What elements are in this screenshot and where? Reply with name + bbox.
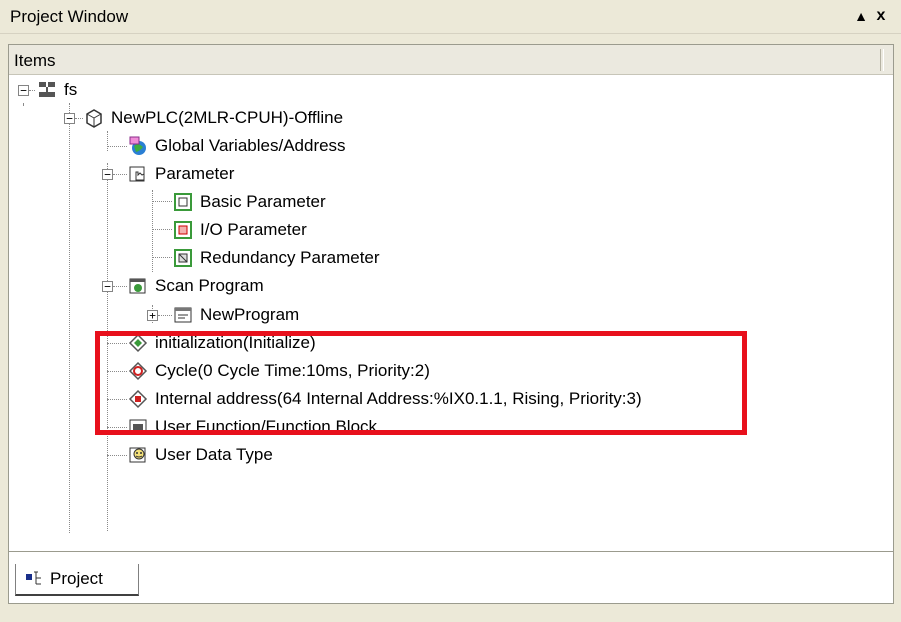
network-icon: [36, 79, 58, 101]
tree-item-global-variables[interactable]: Global Variables/Address: [127, 132, 346, 160]
tree-item-basic-parameter[interactable]: Basic Parameter: [172, 188, 326, 216]
basic-param-icon: [172, 191, 194, 213]
tree-item-label: Parameter: [155, 164, 235, 183]
tab-label: Project: [50, 569, 103, 588]
tree-item-label: Basic Parameter: [200, 192, 326, 211]
project-tree: − − − − + fs NewPLC(2MLR-CPUH)-Offline G…: [9, 75, 893, 551]
tree-item-parameter[interactable]: Parameter: [127, 160, 234, 188]
tree-item-plc[interactable]: NewPLC(2MLR-CPUH)-Offline: [83, 104, 343, 132]
tree-item-task-cycle[interactable]: Cycle(0 Cycle Time:10ms, Priority:2): [127, 357, 430, 385]
tree-item-redundancy-parameter[interactable]: Redundancy Parameter: [172, 244, 380, 272]
tree-item-label: NewProgram: [200, 305, 300, 324]
expand-newprogram-toggle[interactable]: +: [147, 310, 158, 321]
io-param-icon: [172, 219, 194, 241]
internal-task-icon: [127, 388, 149, 410]
tree-item-label: fs: [64, 80, 78, 99]
tree-item-fs[interactable]: fs: [36, 76, 77, 104]
program-icon: [172, 304, 194, 326]
close-button[interactable]: x: [872, 6, 890, 26]
tree-item-label: Cycle(0 Cycle Time:10ms, Priority:2): [155, 361, 430, 380]
tree-item-user-data-type[interactable]: User Data Type: [127, 441, 273, 469]
project-tab-icon: [24, 568, 46, 590]
collapse-plc-toggle[interactable]: −: [64, 113, 75, 124]
pin-button[interactable]: ▲: [852, 6, 870, 26]
redundancy-param-icon: [172, 247, 194, 269]
tree-item-task-initialization[interactable]: initialization(Initialize): [127, 329, 316, 357]
tree-item-label: initialization(Initialize): [155, 333, 316, 352]
plc-cube-icon: [83, 107, 105, 129]
scan-program-icon: [127, 275, 149, 297]
globe-icon: [127, 135, 149, 157]
items-column-label[interactable]: Items: [14, 51, 56, 71]
tree-item-label: User Data Type: [155, 445, 273, 464]
tree-item-label: Scan Program: [155, 276, 264, 295]
column-separator[interactable]: [880, 49, 884, 71]
user-data-type-icon: [127, 444, 149, 466]
column-header: Items: [9, 45, 893, 75]
tree-item-label: Internal address(64 Internal Address:%IX…: [155, 389, 642, 408]
collapse-scan-program-toggle[interactable]: −: [102, 281, 113, 292]
collapse-parameter-toggle[interactable]: −: [102, 169, 113, 180]
cycle-task-icon: [127, 360, 149, 382]
tree-item-scan-program[interactable]: Scan Program: [127, 272, 264, 300]
tab-project[interactable]: Project: [15, 564, 139, 596]
tree-item-io-parameter[interactable]: I/O Parameter: [172, 216, 307, 244]
init-task-icon: [127, 332, 149, 354]
title-bar: Project Window ▲ x: [0, 0, 901, 34]
tree-item-task-internal-address[interactable]: Internal address(64 Internal Address:%IX…: [127, 385, 642, 413]
collapse-fs-toggle[interactable]: −: [18, 85, 29, 96]
tree-item-new-program[interactable]: NewProgram: [172, 301, 299, 329]
hand-icon: [127, 163, 149, 185]
status-bar: [0, 606, 901, 622]
tree-item-label: I/O Parameter: [200, 220, 307, 239]
tree-item-label: NewPLC(2MLR-CPUH)-Offline: [111, 108, 344, 127]
tree-item-label: Global Variables/Address: [155, 136, 346, 155]
tree-item-user-function[interactable]: User Function/Function Block: [127, 413, 377, 441]
function-block-icon: [127, 416, 149, 438]
window-title: Project Window: [10, 7, 129, 26]
tree-item-label: User Function/Function Block: [155, 417, 378, 436]
project-tree-panel: Items − − − − + fs NewPLC(2MLR-CPUH)-Off…: [8, 44, 894, 552]
tab-strip: Project: [8, 552, 894, 604]
tree-item-label: Redundancy Parameter: [200, 248, 380, 267]
